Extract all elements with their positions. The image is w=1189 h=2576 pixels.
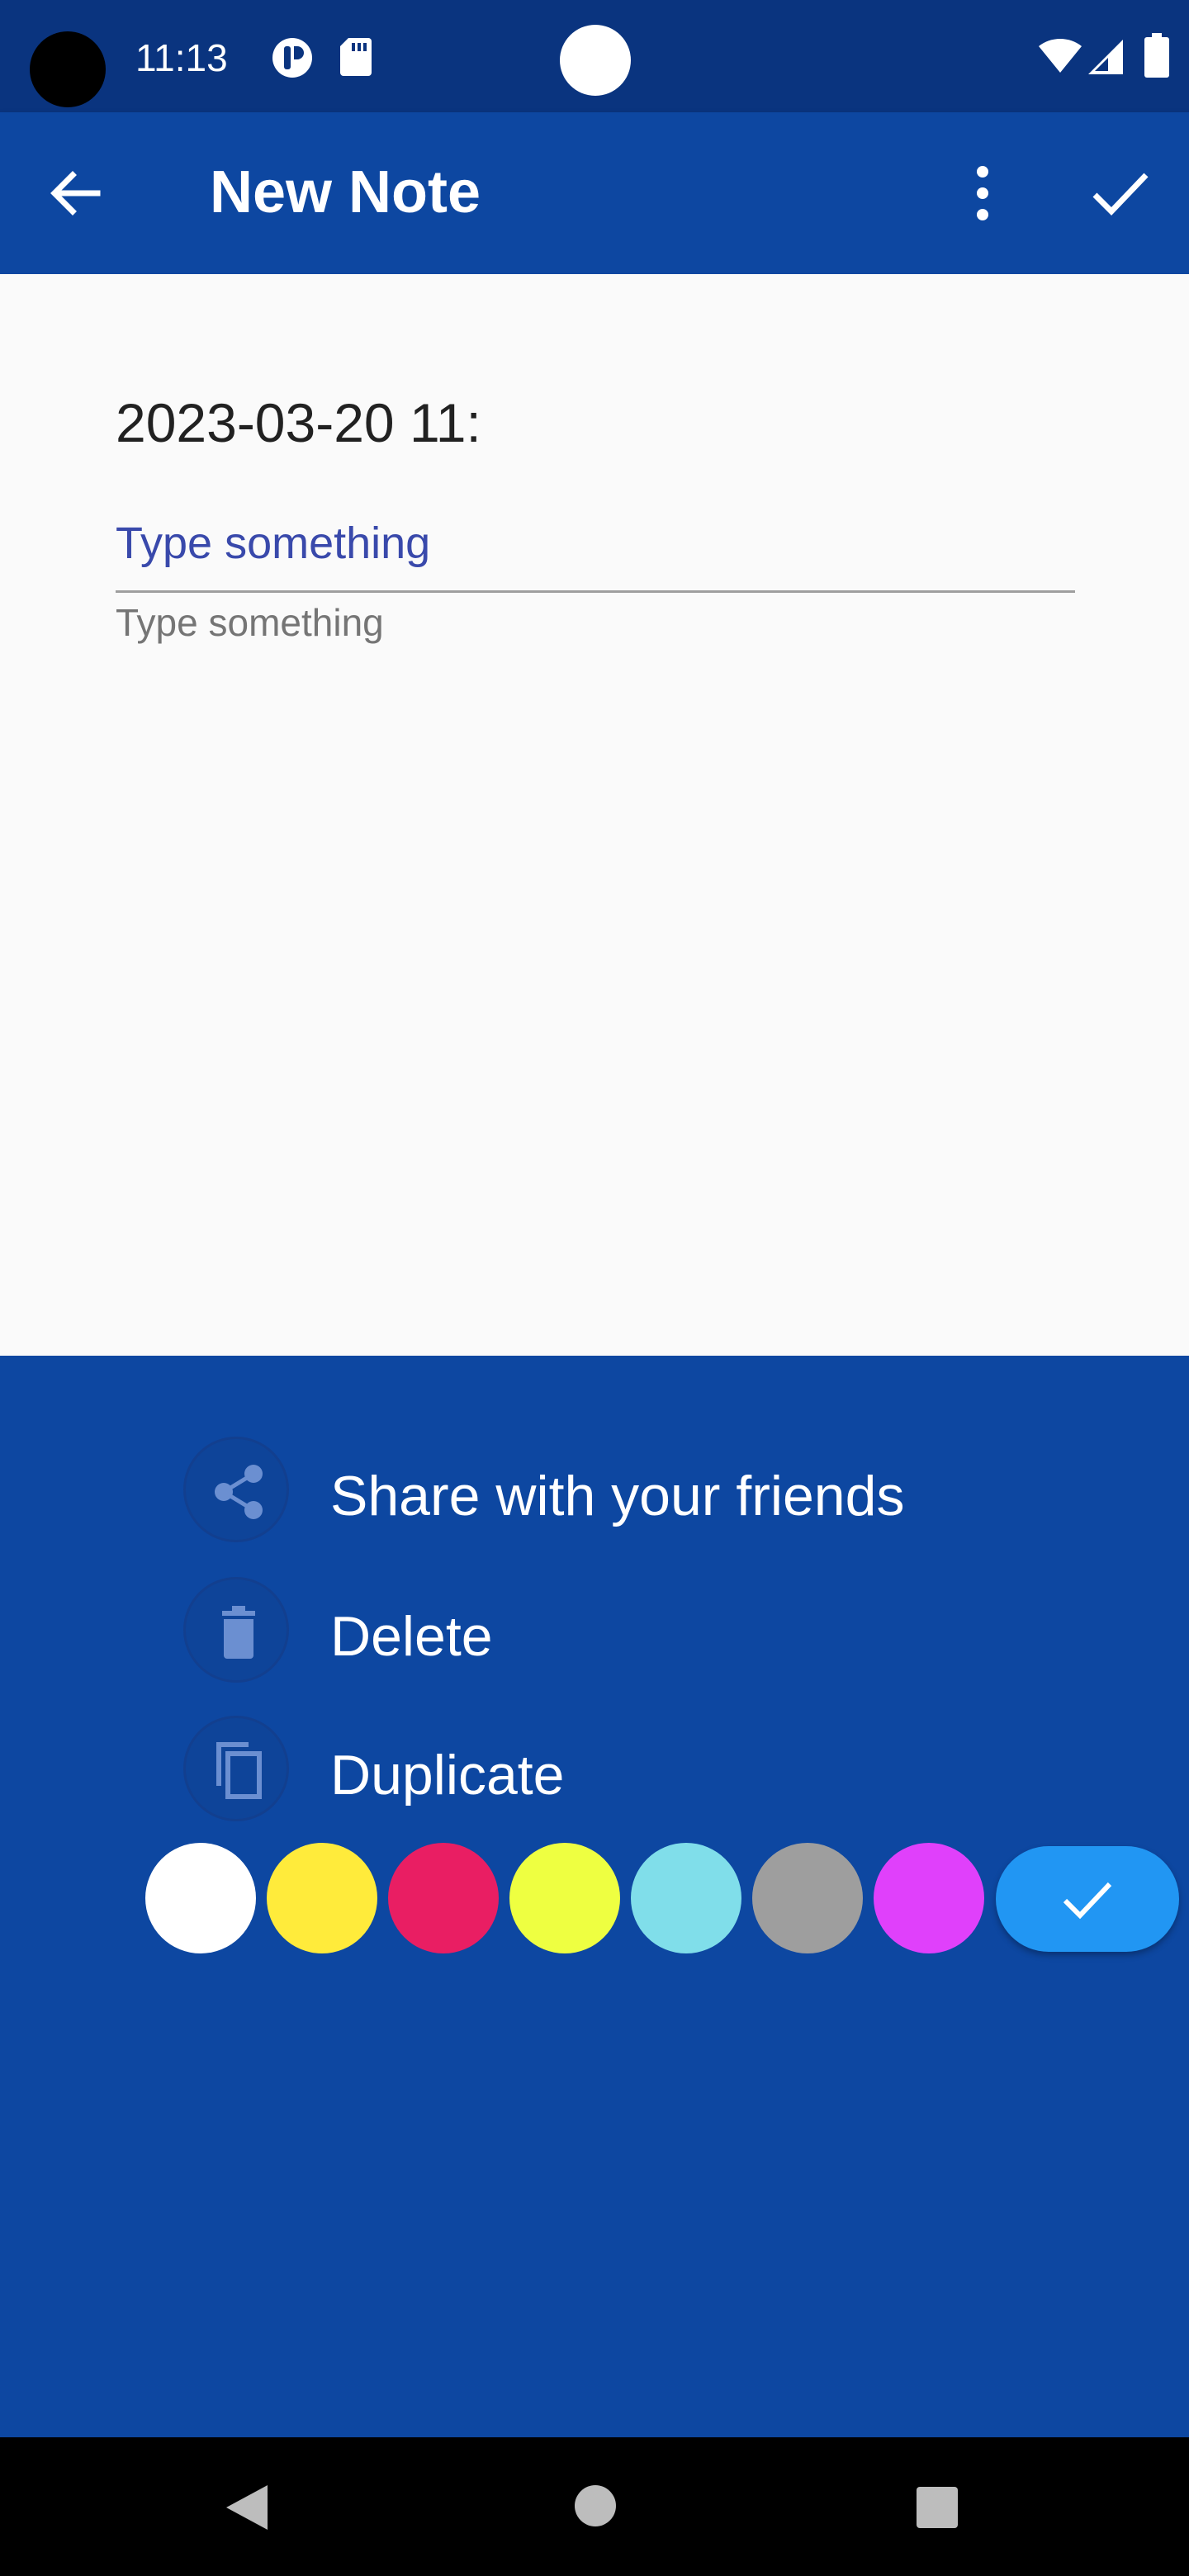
app-bar: New Note — [0, 112, 1189, 274]
page-title: New Note — [210, 159, 481, 225]
delete-icon-circle — [183, 1577, 289, 1683]
duplicate-label: Duplicate — [330, 1744, 565, 1807]
color-swatch-grey[interactable] — [752, 1843, 863, 1953]
share-action[interactable]: Share with your friends — [183, 1437, 1009, 1544]
app-notification-icon — [272, 38, 312, 78]
system-navigation-bar — [0, 2437, 1189, 2576]
status-time: 11:13 — [135, 36, 228, 79]
color-swatch-purple[interactable] — [874, 1843, 984, 1953]
status-bar: 11:13 — [0, 0, 1189, 112]
nav-back-icon[interactable] — [221, 2482, 272, 2533]
sd-card-icon — [340, 38, 372, 76]
color-swatch-lime[interactable] — [509, 1843, 620, 1953]
battery-icon — [1144, 33, 1169, 78]
check-icon — [1063, 1882, 1112, 1920]
duplicate-action[interactable]: Duplicate — [183, 1716, 1009, 1823]
confirm-color-button[interactable] — [996, 1846, 1179, 1952]
save-check-icon[interactable] — [1087, 160, 1153, 226]
nav-recents-icon[interactable] — [915, 2485, 959, 2530]
signal-icon — [1088, 40, 1123, 74]
color-swatch-yellow[interactable] — [267, 1843, 377, 1953]
delete-label: Delete — [330, 1605, 493, 1668]
note-title-input[interactable] — [116, 495, 1075, 593]
trash-icon — [222, 1606, 255, 1659]
share-icon — [215, 1465, 263, 1519]
color-swatch-pink[interactable] — [388, 1843, 499, 1953]
note-date: 2023-03-20 11: — [116, 392, 481, 453]
front-camera-indicator — [560, 25, 631, 96]
delete-action[interactable]: Delete — [183, 1577, 1009, 1684]
note-editor: 2023-03-20 11: — [0, 274, 1189, 1356]
back-arrow-icon[interactable] — [43, 160, 109, 226]
share-label: Share with your friends — [330, 1465, 905, 1527]
note-body-input[interactable] — [116, 598, 1075, 763]
camera-cutout — [30, 31, 106, 107]
color-swatch-cyan[interactable] — [631, 1843, 741, 1953]
copy-icon — [216, 1742, 262, 1799]
nav-home-icon[interactable] — [573, 2484, 618, 2528]
share-icon-circle — [183, 1437, 289, 1542]
more-options-icon[interactable] — [959, 160, 1006, 226]
wifi-icon — [1039, 38, 1082, 73]
duplicate-icon-circle — [183, 1716, 289, 1821]
color-swatch-white[interactable] — [145, 1843, 256, 1953]
